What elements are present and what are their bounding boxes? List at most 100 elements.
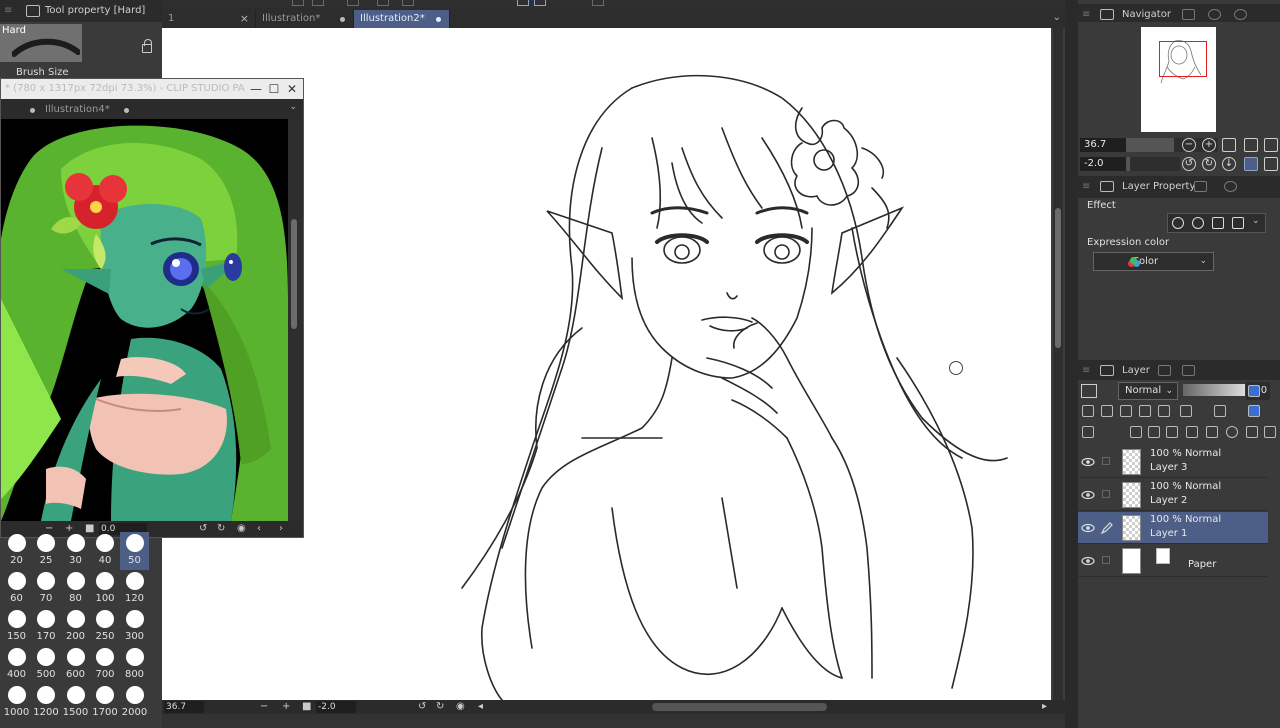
scrollbar-thumb[interactable] <box>291 219 297 329</box>
apply-mask-icon[interactable] <box>1246 426 1258 438</box>
ruler-icon[interactable] <box>517 0 529 6</box>
tab-previous[interactable] <box>1 101 39 119</box>
draft-layer-icon[interactable] <box>1120 405 1132 417</box>
brush-size-2000[interactable]: 2000 <box>120 684 149 722</box>
reference-artwork[interactable] <box>1 119 288 521</box>
canvas-vertical-scrollbar[interactable] <box>1053 28 1063 700</box>
chevron-down-icon[interactable]: ⌄ <box>289 102 297 112</box>
chevron-down-icon[interactable]: ⌄ <box>1053 12 1061 23</box>
brush-size-1700[interactable]: 1700 <box>91 684 120 722</box>
undo-icon[interactable] <box>292 0 304 6</box>
brush-size-60[interactable]: 60 <box>2 570 31 608</box>
crop-icon[interactable] <box>402 0 414 6</box>
expression-color-select[interactable]: Color ⌄ <box>1093 252 1214 271</box>
border-effect-icon[interactable] <box>1172 217 1184 229</box>
scroll-right-icon[interactable]: ▸ <box>1042 700 1047 714</box>
zoom-out-icon[interactable]: − <box>1182 138 1196 152</box>
sub-window-scrollbar[interactable] <box>288 119 302 521</box>
scroll-left-icon[interactable]: ‹ <box>257 521 261 537</box>
layer-color-icon[interactable] <box>1248 385 1260 397</box>
merge-down-icon[interactable] <box>1206 426 1218 438</box>
rotation-slider-track[interactable] <box>1130 157 1180 171</box>
fit-navigator-icon[interactable] <box>1264 138 1278 152</box>
brush-size-1000[interactable]: 1000 <box>2 684 31 722</box>
tool-property-header[interactable]: ≡ Tool property [Hard] <box>0 0 162 22</box>
zoom-field[interactable]: 36.7 <box>164 701 204 713</box>
reset-rotation-icon[interactable]: ◉ <box>237 521 246 537</box>
brush-size-30[interactable]: 30 <box>61 532 90 570</box>
mask-icon[interactable] <box>1180 405 1192 417</box>
animation-tab-icon[interactable] <box>1182 365 1195 376</box>
subview-tab-icon[interactable] <box>1182 9 1195 20</box>
brush-size-800[interactable]: 800 <box>120 646 149 684</box>
brush-size-1500[interactable]: 1500 <box>61 684 90 722</box>
snap-icon[interactable] <box>534 0 546 6</box>
new-vector-layer-icon[interactable] <box>1148 426 1160 438</box>
brush-size-80[interactable]: 80 <box>61 570 90 608</box>
layer-color-mode-icon[interactable] <box>1081 384 1097 398</box>
brush-size-250[interactable]: 250 <box>91 608 120 646</box>
scroll-right-icon[interactable]: › <box>279 521 283 537</box>
search-layer-tab-icon[interactable] <box>1194 181 1207 192</box>
tab-illustration4[interactable]: Illustration4* <box>41 101 133 119</box>
tone-icon[interactable] <box>1212 217 1224 229</box>
flip-horizontal-icon[interactable]: ◂ <box>478 700 483 714</box>
item-bank-tab-icon[interactable] <box>1234 9 1247 20</box>
sub-window-titlebar[interactable]: * (780 x 1317px 72dpi 73.3%) - CLIP STUD… <box>1 79 303 99</box>
auto-action-tab-icon[interactable] <box>1224 181 1237 192</box>
layer-row-layer-3[interactable]: 100 % Normal Layer 3 <box>1078 446 1268 478</box>
brush-size-40[interactable]: 40 <box>91 532 120 570</box>
zoom-slider[interactable] <box>1126 138 1174 152</box>
brush-size-600[interactable]: 600 <box>61 646 90 684</box>
new-raster-layer-icon[interactable] <box>1130 426 1142 438</box>
reset-rotation-icon[interactable]: ◉ <box>456 700 465 714</box>
rotate-right-icon[interactable]: ↻ <box>217 521 225 537</box>
brush-size-170[interactable]: 170 <box>32 608 61 646</box>
brush-size-300[interactable]: 300 <box>120 608 149 646</box>
zoom-in-icon[interactable]: + <box>282 700 290 714</box>
layer-panel-header[interactable]: ≡ Layer <box>1078 360 1280 382</box>
brush-size-70[interactable]: 70 <box>32 570 61 608</box>
zoom-in-icon[interactable]: + <box>1202 138 1216 152</box>
brush-size-150[interactable]: 150 <box>2 608 31 646</box>
flip-horizontal-icon[interactable] <box>1244 157 1258 171</box>
minimize-icon[interactable]: — <box>247 79 265 99</box>
rotate-right-icon[interactable]: ↻ <box>436 700 444 714</box>
opacity-slider[interactable] <box>1183 384 1245 396</box>
chevron-down-icon[interactable]: ⌄ <box>1252 216 1260 226</box>
fit-icon[interactable]: ■ <box>302 700 311 714</box>
new-folder-icon[interactable] <box>1166 426 1178 438</box>
reset-rotation-icon[interactable]: ↓ <box>1222 157 1236 171</box>
tab-illustration2[interactable]: Illustration2* <box>354 10 450 28</box>
clip-lower-layer-icon[interactable] <box>1082 405 1094 417</box>
fit-window-icon[interactable] <box>1244 138 1258 152</box>
brush-size-100[interactable]: 100 <box>91 570 120 608</box>
transfer-down-icon[interactable] <box>1186 426 1198 438</box>
brush-size-1200[interactable]: 1200 <box>32 684 61 722</box>
eye-icon[interactable] <box>1081 521 1095 535</box>
grip-icon[interactable]: ≡ <box>4 0 12 22</box>
brush-size-400[interactable]: 400 <box>2 646 31 684</box>
brush-size-20[interactable]: 20 <box>2 532 31 570</box>
layer-row-layer-2[interactable]: 100 % Normal Layer 2 <box>1078 479 1268 511</box>
flip-vertical-icon[interactable] <box>1264 157 1278 171</box>
zoom-out-icon[interactable]: − <box>260 700 268 714</box>
layer-row-layer-1[interactable]: 100 % Normal Layer 1 <box>1078 512 1268 544</box>
layer-color-icon[interactable] <box>1232 217 1244 229</box>
eye-icon[interactable] <box>1081 455 1095 469</box>
lock-layer-icon[interactable] <box>1139 405 1151 417</box>
lock-transparency-icon[interactable] <box>1158 405 1170 417</box>
pen-icon[interactable] <box>1100 521 1114 535</box>
grip-icon[interactable]: ≡ <box>1082 176 1090 198</box>
rotation-field[interactable]: -2.0 <box>316 701 356 713</box>
edit-target-box[interactable] <box>1102 556 1110 564</box>
blend-mode-select[interactable]: Normal ⌄ <box>1118 382 1178 400</box>
layer-list-toggle-icon[interactable] <box>1082 426 1094 438</box>
extract-line-icon[interactable] <box>1192 217 1204 229</box>
add-mask-icon[interactable] <box>1226 426 1238 438</box>
sub-view-window[interactable]: * (780 x 1317px 72dpi 73.3%) - CLIP STUD… <box>0 78 304 538</box>
close-icon[interactable]: × <box>240 10 249 28</box>
close-icon[interactable]: ✕ <box>283 79 301 99</box>
redo-icon[interactable] <box>312 0 324 6</box>
ruler-link-icon[interactable] <box>1214 405 1226 417</box>
